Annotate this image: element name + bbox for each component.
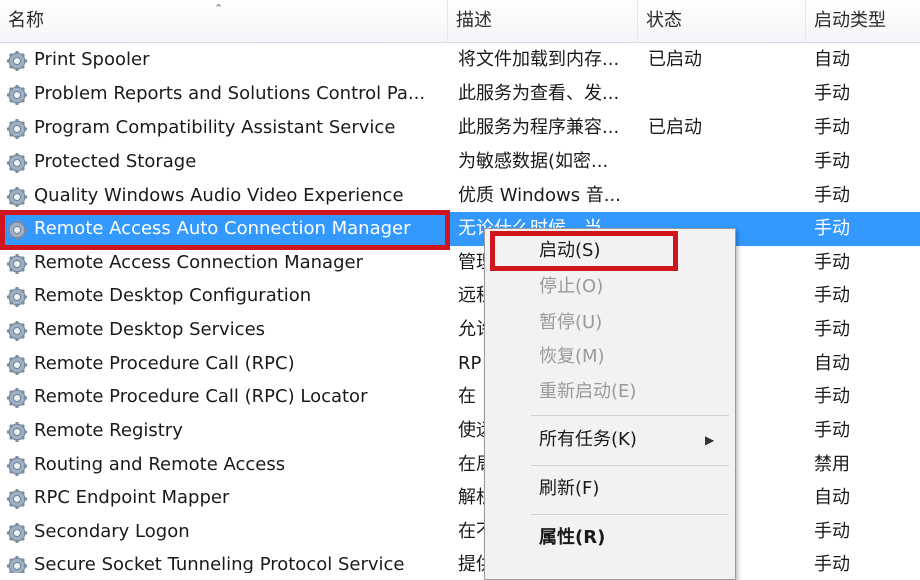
column-header-description[interactable]: 描述 [448,0,638,42]
service-startup-type: 手动 [814,420,850,441]
table-row[interactable]: Remote Registry 使远 手动 [0,414,920,448]
service-name: Remote Desktop Configuration [34,285,312,306]
service-status: 已启动 [648,49,702,70]
table-row[interactable]: Secure Socket Tunneling Protocol Service… [0,548,920,573]
gear-icon [6,555,28,573]
gear-icon [6,152,28,174]
service-description: 此服务为程序兼容... [458,117,620,138]
table-row[interactable]: Quality Windows Audio Video Experience 优… [0,179,920,213]
gear-icon [6,455,28,477]
table-row[interactable]: Routing and Remote Access 在局 禁用 [0,448,920,482]
service-startup-type: 手动 [814,117,850,138]
menu-item-refresh[interactable]: 刷新(F) [539,474,599,504]
service-name: Problem Reports and Solutions Control Pa… [34,83,426,104]
service-startup-type: 手动 [814,386,850,407]
gear-icon [6,118,28,140]
chevron-right-icon: ▶ [705,433,715,447]
context-menu: 启动(S) 停止(O) 暂停(U) 恢复(M) 重新启动(E) 所有任务(K) … [484,228,736,580]
gear-icon [6,253,28,275]
service-name: Print Spooler [34,49,150,70]
service-startup-type: 手动 [814,319,850,340]
service-name: Secondary Logon [34,521,190,542]
table-row[interactable]: Remote Procedure Call (RPC) Locator 在 手动 [0,380,920,414]
menu-item-all-tasks[interactable]: 所有任务(K) [539,425,637,455]
service-startup-type: 手动 [814,554,850,573]
service-startup-type: 手动 [814,285,850,306]
column-header-description-label: 描述 [456,10,492,31]
service-startup-type: 手动 [814,83,850,104]
service-name: Secure Socket Tunneling Protocol Service [34,554,405,573]
menu-item-resume: 恢复(M) [539,346,605,367]
service-name: Routing and Remote Access [34,454,286,475]
column-header-name-label: 名称 [8,10,44,31]
table-row[interactable]: Problem Reports and Solutions Control Pa… [0,77,920,111]
table-row[interactable]: Protected Storage 为敏感数据(如密... 手动 [0,145,920,179]
service-status [648,179,798,213]
column-header: 名称 ⌃ 描述 状态 启动类型 [0,0,920,43]
table-row[interactable]: RPC Endpoint Mapper 解析 自动 [0,481,920,515]
menu-separator [531,415,729,416]
service-startup-type: 禁用 [814,454,850,475]
column-header-status-label: 状态 [646,10,682,31]
table-row[interactable]: Remote Procedure Call (RPC) RP 自动 [0,347,920,381]
service-description: 将文件加载到内存... [458,49,620,70]
gear-icon [6,522,28,544]
service-description: 优质 Windows 音... [458,185,621,206]
start-item-highlight [490,231,678,271]
gear-icon [6,286,28,308]
gear-icon [6,354,28,376]
service-startup-type: 手动 [814,218,850,239]
table-row[interactable]: Program Compatibility Assistant Service … [0,111,920,145]
gear-icon [6,488,28,510]
service-startup-type: 手动 [814,185,850,206]
service-startup-type: 手动 [814,521,850,542]
service-name: RPC Endpoint Mapper [34,487,230,508]
service-name: Remote Desktop Services [34,319,266,340]
column-header-name[interactable]: 名称 [0,0,448,42]
sort-arrow-icon: ⌃ [214,2,224,15]
service-name: Remote Access Connection Manager [34,252,363,273]
gear-icon [6,320,28,342]
service-name: Quality Windows Audio Video Experience [34,185,404,206]
service-startup-type: 手动 [814,252,850,273]
service-description: 此服务为查看、发... [458,83,620,104]
table-row[interactable]: Secondary Logon 在不 手动 [0,515,920,549]
service-status: 已启动 [648,117,702,138]
service-startup-type: 手动 [814,151,850,172]
menu-item-pause: 暂停(U) [539,312,603,333]
service-startup-type: 自动 [814,49,850,70]
column-header-startup-type-label: 启动类型 [814,10,886,31]
column-header-startup-type[interactable]: 启动类型 [806,0,920,42]
menu-item-stop: 停止(O) [539,276,604,297]
menu-separator [531,514,729,515]
service-status [648,77,798,111]
menu-item-restart: 重新启动(E) [539,381,637,402]
selected-row-highlight [0,210,450,250]
column-header-status[interactable]: 状态 [638,0,806,42]
menu-separator [531,465,729,466]
service-status [648,145,798,179]
service-name: Program Compatibility Assistant Service [34,117,396,138]
table-row[interactable]: Remote Desktop Services 允许 手动 [0,313,920,347]
service-name: Remote Procedure Call (RPC) Locator [34,386,368,407]
gear-icon [6,421,28,443]
service-startup-type: 自动 [814,353,850,374]
table-row[interactable]: Remote Access Connection Manager 管理 手动 [0,246,920,280]
service-name: Remote Registry [34,420,183,441]
gear-icon [6,84,28,106]
gear-icon [6,186,28,208]
table-row[interactable]: Remote Desktop Configuration 远程 手动 [0,279,920,313]
service-startup-type: 自动 [814,487,850,508]
table-row[interactable]: Print Spooler 将文件加载到内存... 已启动 自动 [0,43,920,77]
gear-icon [6,50,28,72]
menu-item-properties[interactable]: 属性(R) [539,523,605,553]
service-name: Remote Procedure Call (RPC) [34,353,295,374]
gear-icon [6,387,28,409]
service-name: Protected Storage [34,151,197,172]
service-description: 为敏感数据(如密... [458,151,609,172]
